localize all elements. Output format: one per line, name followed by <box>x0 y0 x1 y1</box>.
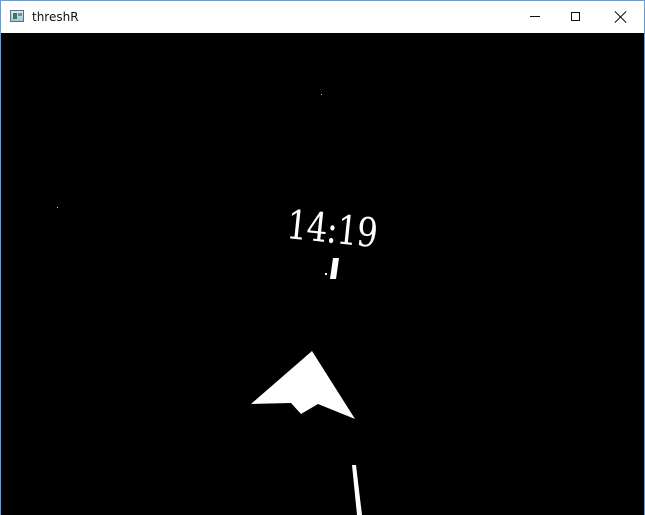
app-window: threshR 14:19 <box>0 0 645 515</box>
needle-shape <box>352 465 362 515</box>
close-icon <box>615 11 627 23</box>
small-bar-shape <box>330 258 339 279</box>
threshold-shapes <box>251 258 362 515</box>
minimize-icon <box>530 16 540 17</box>
arrow-shape <box>251 351 355 419</box>
threshold-image-canvas: 14:19 <box>1 33 644 515</box>
maximize-icon <box>570 12 580 21</box>
close-button[interactable] <box>598 1 644 32</box>
title-bar[interactable]: threshR <box>1 1 644 33</box>
maximize-button[interactable] <box>552 1 598 32</box>
window-title: threshR <box>32 10 79 24</box>
app-icon <box>10 10 24 22</box>
